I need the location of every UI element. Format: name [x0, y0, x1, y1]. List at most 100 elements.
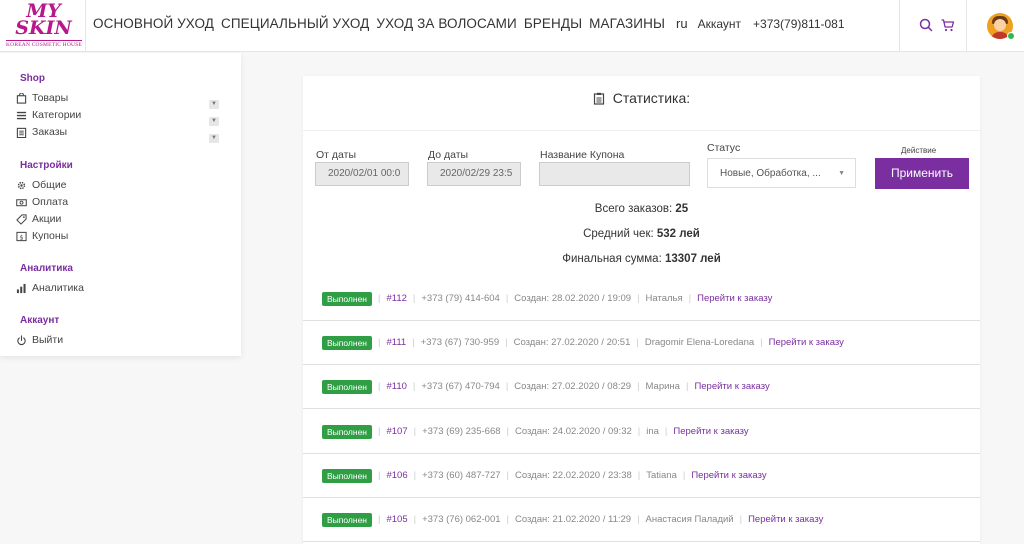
go-to-order-link[interactable]: Перейти к заказу: [769, 337, 844, 348]
go-to-order-link[interactable]: Перейти к заказу: [694, 381, 769, 392]
final-sum-stat: Финальная сумма: 13307 лей: [303, 253, 980, 265]
language-switch[interactable]: ru: [676, 16, 688, 31]
clipboard-icon: [16, 127, 27, 138]
sidebar-section-account: Аккаунт: [20, 315, 60, 326]
sidebar-item-label: Категории: [32, 109, 82, 121]
separator: |: [636, 337, 639, 348]
sidebar-item-analytics[interactable]: Аналитика: [16, 282, 84, 294]
order-phone: +373 (67) 470-794: [421, 381, 500, 392]
nav-item-stores[interactable]: МАГАЗИНЫ: [589, 16, 665, 31]
separator: |: [413, 514, 417, 525]
nav-item-hair-care[interactable]: УХОД ЗА ВОЛОСАМИ: [376, 16, 516, 31]
separator: |: [637, 470, 641, 481]
order-row: Выполнен | #105 | +373 (76) 062-001 | Созда…: [303, 498, 980, 542]
order-customer: ina: [646, 426, 659, 437]
date-from-input[interactable]: 2020/02/01 00:0: [315, 162, 409, 186]
order-phone: +373 (76) 062-001: [422, 514, 501, 525]
sidebar: Shop Товары ▼ Категории ▼ Заказы ▼ Настр…: [0, 53, 241, 356]
coupon-name-label: Название Купона: [540, 149, 625, 161]
sidebar-item-label: Акции: [32, 213, 62, 225]
cart-icon[interactable]: [940, 17, 956, 33]
money-icon: [16, 198, 27, 206]
order-created: Создан: 28.02.2020 / 19:09: [514, 293, 632, 304]
sidebar-section-shop: Shop: [20, 73, 45, 84]
user-box: [966, 0, 1024, 52]
phone-link[interactable]: +373(79)811-081: [753, 17, 845, 31]
order-number[interactable]: #107: [386, 426, 407, 437]
order-number[interactable]: #106: [386, 470, 407, 481]
separator: |: [412, 293, 416, 304]
chevron-down-icon: ▼: [838, 170, 845, 177]
go-to-order-link[interactable]: Перейти к заказу: [691, 470, 766, 481]
separator: |: [505, 293, 509, 304]
logo-tagline: KOREAN COSMETIC HOUSE: [6, 40, 83, 48]
avg-check-value: 532 лей: [656, 228, 700, 240]
sidebar-item-label: Аналитика: [32, 282, 84, 294]
sidebar-item-orders[interactable]: Заказы: [16, 126, 67, 138]
separator: |: [505, 381, 509, 392]
sidebar-item-label: Выйти: [32, 334, 64, 346]
sidebar-item-payment[interactable]: Оплата: [16, 196, 68, 208]
sidebar-item-general[interactable]: Общие: [16, 179, 67, 191]
status-select[interactable]: Новые, Обработка, ... ▼: [707, 158, 856, 188]
bar-chart-icon: [16, 283, 26, 293]
expand-products-icon[interactable]: ▼: [209, 100, 219, 109]
nav-item-basic-care[interactable]: ОСНОВНОЙ УХОД: [93, 16, 214, 31]
separator: |: [505, 337, 508, 348]
apply-button[interactable]: Применить: [875, 158, 969, 189]
sidebar-item-promotions[interactable]: Акции: [16, 213, 61, 225]
sidebar-item-products[interactable]: Товары: [16, 92, 68, 104]
order-number[interactable]: #110: [386, 381, 406, 392]
sidebar-item-coupons[interactable]: $ Купоны: [16, 230, 68, 242]
go-to-order-link[interactable]: Перейти к заказу: [697, 293, 772, 304]
separator: |: [413, 426, 417, 437]
separator: |: [378, 470, 381, 481]
order-number[interactable]: #111: [386, 337, 406, 348]
card-title-text: Статистика:: [612, 90, 691, 106]
power-icon: [17, 334, 26, 345]
sidebar-item-logout[interactable]: Выйти: [16, 334, 63, 346]
order-phone: +373 (67) 730-959: [420, 337, 500, 348]
coupon-name-input[interactable]: [539, 162, 690, 186]
order-customer: Наталья: [645, 293, 683, 304]
go-to-order-link[interactable]: Перейти к заказу: [673, 426, 748, 437]
sidebar-item-label: Заказы: [32, 126, 68, 138]
sidebar-item-label: Общие: [32, 179, 67, 191]
expand-categories-icon[interactable]: ▼: [209, 117, 219, 126]
date-to-label: До даты: [428, 149, 469, 161]
separator: |: [506, 470, 509, 481]
final-sum-value: 13307 лей: [664, 253, 721, 265]
statistics-card: Статистика: От даты 2020/02/01 00:0 До д…: [303, 76, 980, 544]
brand-logo[interactable]: MY SKIN KOREAN COSMETIC HOUSE: [2, 0, 86, 52]
nav-item-brands[interactable]: БРЕНДЫ: [524, 16, 582, 31]
tag-icon: [16, 213, 27, 225]
separator: |: [739, 514, 743, 525]
separator: |: [378, 293, 381, 304]
avg-check-stat: Средний чек: 532 лей: [303, 228, 980, 240]
status-badge: Выполнен: [322, 379, 372, 394]
expand-orders-icon[interactable]: ▼: [209, 134, 219, 143]
separator: |: [637, 293, 640, 304]
separator: |: [506, 426, 509, 437]
status-badge: Выполнен: [322, 424, 372, 439]
order-row: Выполнен | #112 | +373 (79) 414-604 | Созда…: [303, 277, 980, 321]
order-customer: Tatiana: [646, 470, 677, 481]
separator: |: [688, 293, 692, 304]
card-title: Статистика:: [303, 90, 980, 106]
nav-item-special-care[interactable]: СПЕЦИАЛЬНЫЙ УХОД: [221, 16, 369, 31]
status-badge: Выполнен: [322, 468, 372, 483]
order-number[interactable]: #112: [386, 293, 406, 304]
account-link[interactable]: Аккаунт: [698, 17, 741, 31]
online-status-dot: [1007, 32, 1015, 40]
logo-line2: SKIN: [15, 17, 72, 39]
order-created: Создан: 22.02.2020 / 23:38: [514, 470, 632, 481]
go-to-order-link[interactable]: Перейти к заказу: [748, 514, 823, 525]
search-icon[interactable]: [918, 17, 934, 33]
date-to-input[interactable]: 2020/02/29 23:5: [427, 162, 521, 186]
sidebar-item-label: Товары: [32, 92, 69, 104]
date-from-label: От даты: [316, 149, 356, 161]
separator: |: [412, 337, 415, 348]
order-number[interactable]: #105: [386, 514, 407, 525]
sidebar-item-categories[interactable]: Категории: [16, 109, 81, 121]
order-row: Выполнен | #111 | +373 (67) 730-959 | Созда…: [303, 321, 980, 365]
